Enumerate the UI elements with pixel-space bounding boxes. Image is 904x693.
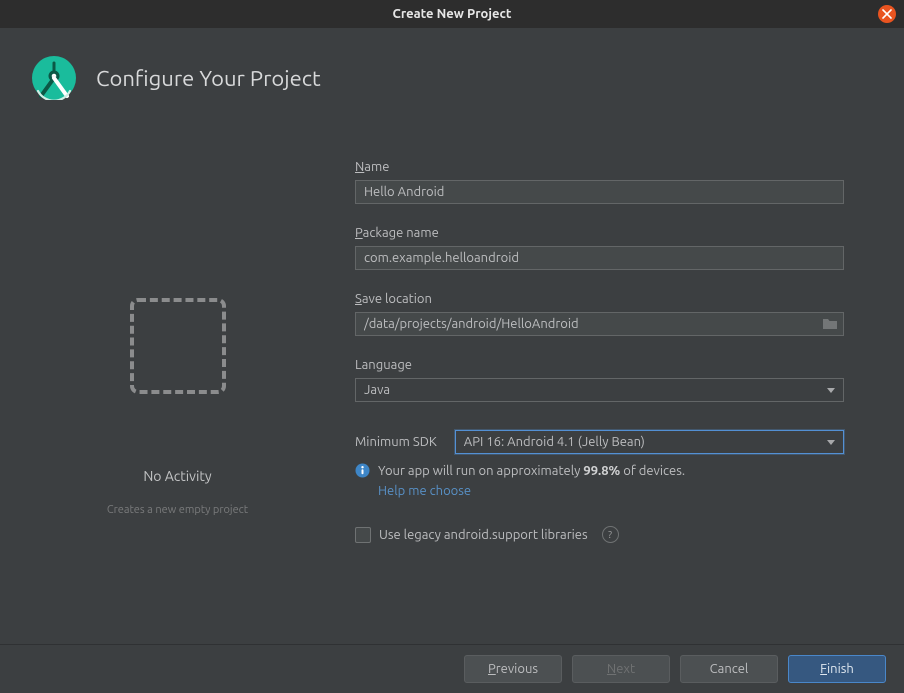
folder-icon xyxy=(822,316,838,332)
package-input[interactable] xyxy=(355,246,844,270)
chevron-down-icon xyxy=(827,388,835,393)
minimum-sdk-select[interactable]: API 16: Android 4.1 (Jelly Bean) xyxy=(455,430,844,454)
template-description: Creates a new empty project xyxy=(107,504,248,516)
close-icon xyxy=(882,9,892,19)
name-field-group: Name xyxy=(355,160,844,204)
sdk-info-text: Your app will run on approximately 99.8%… xyxy=(378,462,685,500)
finish-button[interactable]: Finish xyxy=(788,655,886,683)
language-label: Language xyxy=(355,358,844,372)
wizard-header: Configure Your Project xyxy=(0,28,904,128)
language-field-group: Language Java xyxy=(355,358,844,402)
package-field-group: Package name xyxy=(355,226,844,270)
template-name: No Activity xyxy=(143,468,211,484)
name-label: Name xyxy=(355,160,844,174)
minimum-sdk-row: Minimum SDK API 16: Android 4.1 (Jelly B… xyxy=(355,430,844,454)
minimum-sdk-label: Minimum SDK xyxy=(355,435,437,449)
save-location-label: Save location xyxy=(355,292,844,306)
form-panel: Name Package name Save location xyxy=(355,128,844,543)
cancel-button[interactable]: Cancel xyxy=(680,655,778,683)
window-close-button[interactable] xyxy=(878,5,896,23)
previous-button[interactable]: Previous xyxy=(464,655,562,683)
save-location-field-group: Save location xyxy=(355,292,844,336)
window-title: Create New Project xyxy=(393,7,512,21)
package-label: Package name xyxy=(355,226,844,240)
save-location-input[interactable] xyxy=(355,312,844,336)
name-input[interactable] xyxy=(355,180,844,204)
language-select-value: Java xyxy=(364,383,390,397)
legacy-libraries-checkbox[interactable] xyxy=(355,527,371,543)
next-button: Next xyxy=(572,655,670,683)
info-icon xyxy=(355,463,370,481)
legacy-libraries-label: Use legacy android.support libraries xyxy=(379,528,588,542)
android-studio-logo-icon xyxy=(32,56,76,100)
language-select[interactable]: Java xyxy=(355,378,844,402)
help-me-choose-link[interactable]: Help me choose xyxy=(378,482,685,500)
template-preview-placeholder xyxy=(130,298,226,394)
chevron-down-icon xyxy=(827,440,835,445)
sdk-info: Your app will run on approximately 99.8%… xyxy=(355,462,844,500)
help-icon[interactable]: ? xyxy=(602,526,619,543)
legacy-libraries-row: Use legacy android.support libraries ? xyxy=(355,526,844,543)
wizard-footer: Previous Next Cancel Finish xyxy=(0,644,904,693)
window-titlebar: Create New Project xyxy=(0,0,904,28)
browse-folder-button[interactable] xyxy=(822,316,838,332)
minimum-sdk-value: API 16: Android 4.1 (Jelly Bean) xyxy=(464,435,645,449)
wizard-content: No Activity Creates a new empty project … xyxy=(0,128,904,543)
page-title: Configure Your Project xyxy=(96,66,321,91)
template-preview-panel: No Activity Creates a new empty project xyxy=(0,128,355,543)
